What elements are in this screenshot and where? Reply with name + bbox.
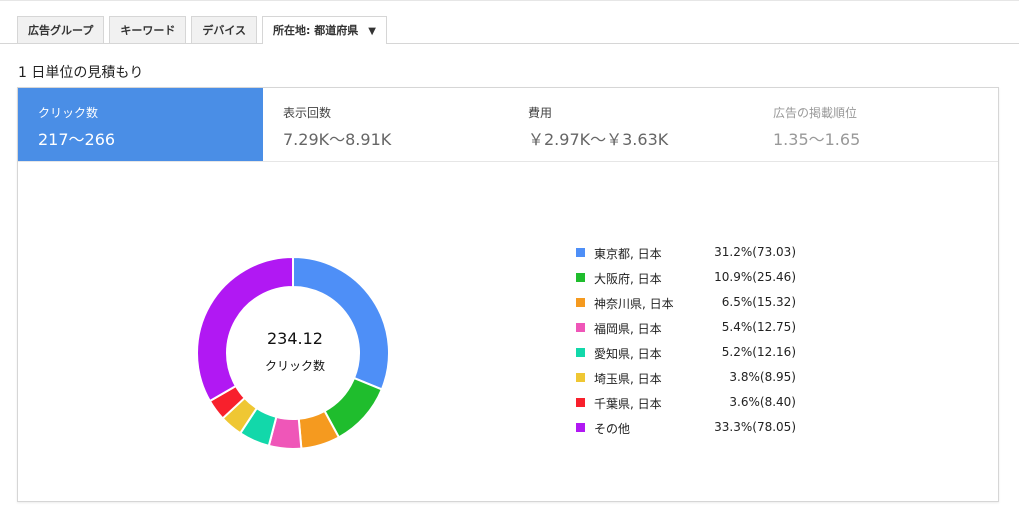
tab-ad-group[interactable]: 広告グループ [17, 16, 105, 43]
legend-swatch [576, 323, 585, 332]
legend-item: 千葉県, 日本 3.6%(8.40) [576, 395, 796, 411]
legend-item: 埼玉県, 日本 3.8%(8.95) [576, 370, 796, 386]
legend-swatch [576, 298, 585, 307]
legend-label: 神奈川県, 日本 [594, 297, 674, 311]
tab-keyword-label: キーワード [120, 24, 176, 37]
legend-item: 福岡県, 日本 5.4%(12.75) [576, 320, 796, 336]
legend-swatch [576, 248, 585, 257]
legend-swatch [576, 273, 585, 282]
legend-value: 5.2%(12.16) [721, 345, 796, 359]
section-title: 1 日単位の見積もり [18, 65, 144, 81]
legend-swatch [576, 348, 585, 357]
legend-label: 千葉県, 日本 [594, 397, 662, 411]
tab-device-label: デバイス [202, 24, 247, 37]
tab-divider [0, 43, 1019, 44]
legend-swatch [576, 373, 585, 382]
legend-value: 6.5%(15.32) [721, 295, 796, 309]
tab-bar: 広告グループ キーワード デバイス 所在地: 都道府県 ▼ [17, 16, 392, 44]
tab-location-label: 所在地: 都道府県 [273, 24, 359, 37]
tab-location-prefecture[interactable]: 所在地: 都道府県 ▼ [262, 16, 387, 44]
legend-item: 東京都, 日本 31.2%(73.03) [576, 245, 796, 261]
legend-label: その他 [594, 422, 631, 436]
legend-label: 福岡県, 日本 [594, 322, 662, 336]
legend-label: 大阪府, 日本 [594, 272, 662, 286]
legend-value: 33.3%(78.05) [714, 420, 796, 434]
legend-label: 愛知県, 日本 [594, 347, 662, 361]
legend-value: 5.4%(12.75) [721, 320, 796, 334]
estimate-panel: クリック数 217〜266 表示回数 7.29K〜8.91K 費用 ￥2.97K… [17, 87, 999, 502]
top-border [0, 0, 1019, 1]
legend-item: その他 33.3%(78.05) [576, 420, 796, 436]
legend-value: 10.9%(25.46) [714, 270, 796, 284]
tab-device[interactable]: デバイス [191, 16, 258, 43]
legend-value: 31.2%(73.03) [714, 245, 796, 259]
legend-swatch [576, 423, 585, 432]
caret-down-icon: ▼ [368, 26, 376, 37]
legend-swatch [576, 398, 585, 407]
tab-keyword[interactable]: キーワード [109, 16, 187, 43]
tab-ad-group-label: 広告グループ [28, 24, 94, 37]
legend-item: 愛知県, 日本 5.2%(12.16) [576, 345, 796, 361]
legend-value: 3.6%(8.40) [729, 395, 796, 409]
legend-label: 東京都, 日本 [594, 247, 662, 261]
legend-value: 3.8%(8.95) [729, 370, 796, 384]
legend-label: 埼玉県, 日本 [594, 372, 662, 386]
legend-item: 神奈川県, 日本 6.5%(15.32) [576, 295, 796, 311]
donut-center-label: クリック数 [264, 359, 325, 373]
legend-item: 大阪府, 日本 10.9%(25.46) [576, 270, 796, 286]
donut-center-value: 234.12 [267, 329, 323, 348]
donut-chart [196, 255, 390, 450]
